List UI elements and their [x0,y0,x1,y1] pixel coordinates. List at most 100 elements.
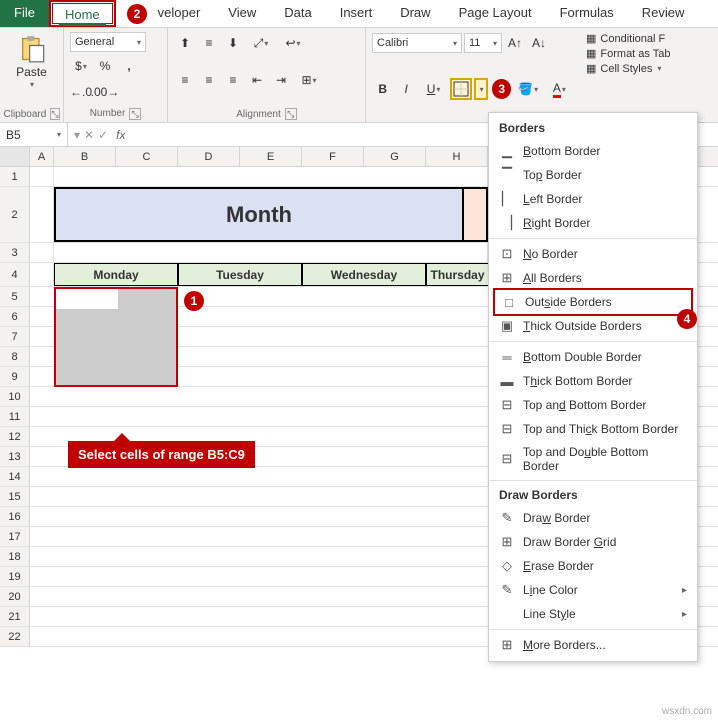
col-header-D[interactable]: D [178,147,240,166]
align-right-icon[interactable]: ≡ [222,69,244,91]
borders-dropdown[interactable]: ▾ [474,78,488,100]
enter-icon[interactable]: ✓ [98,128,108,142]
row-header[interactable]: 9 [0,367,30,386]
col-header-B[interactable]: B [54,147,116,166]
percent-icon[interactable]: % [94,55,116,77]
bold-icon[interactable]: B [372,78,393,100]
menu-top-border[interactable]: ▔Top Border [489,163,697,187]
day-header[interactable]: Thursday [426,263,488,286]
wrap-text-icon[interactable]: ↩▾ [278,32,308,54]
row-header[interactable]: 8 [0,347,30,366]
menu-line-style[interactable]: Line Style▸ [489,602,697,626]
tab-pagelayout[interactable]: Page Layout [445,0,546,27]
day-header[interactable]: Tuesday [178,263,302,286]
dialog-launcher-icon[interactable]: ⤡ [50,108,59,120]
col-header-E[interactable]: E [240,147,302,166]
col-header-H[interactable]: H [426,147,488,166]
format-as-table-button[interactable]: ▦Format as Tab [586,47,671,60]
decrease-font-icon[interactable]: A↓ [528,32,550,54]
conditional-formatting-button[interactable]: ▦Conditional F [586,32,671,45]
dialog-launcher-icon[interactable]: ⤡ [129,108,141,120]
name-box[interactable]: B5▾ [0,123,68,146]
row-header[interactable]: 18 [0,547,30,566]
row-header[interactable]: 11 [0,407,30,426]
row-header[interactable]: 13 [0,447,30,466]
tab-formulas[interactable]: Formulas [546,0,628,27]
tab-home[interactable]: Home [49,0,116,27]
row-header[interactable]: 12 [0,427,30,446]
menu-bottom-border[interactable]: ▁Bottom Border [489,139,697,163]
italic-icon[interactable]: I [395,78,416,100]
font-name-select[interactable]: Calibri▾ [372,33,462,53]
align-top-icon[interactable]: ⬆ [174,32,196,54]
menu-top-double-bottom[interactable]: ⊟Top and Double Bottom Border [489,441,697,477]
selection-range[interactable] [54,287,178,387]
menu-thick-bottom[interactable]: ▬Thick Bottom Border [489,369,697,393]
menu-more-borders[interactable]: ⊞More Borders... [489,633,697,657]
row-header[interactable]: 6 [0,307,30,326]
select-all-corner[interactable] [0,147,30,166]
menu-right-border[interactable]: ▕Right Border [489,211,697,235]
decrease-decimal-icon[interactable]: .00→ [94,81,116,103]
tab-developer[interactable]: veloper [144,0,215,27]
row-header[interactable]: 19 [0,567,30,586]
row-header[interactable]: 4 [0,263,30,286]
row-header[interactable]: 5 [0,287,30,306]
month-title-cell[interactable]: Month [54,187,464,242]
menu-bottom-double[interactable]: ═Bottom Double Border [489,345,697,369]
col-header-A[interactable]: A [30,147,54,166]
merge-icon[interactable]: ⊞▾ [294,69,324,91]
row-header[interactable]: 3 [0,243,30,262]
day-header[interactable]: Monday [54,263,178,286]
day-header[interactable]: Wednesday [302,263,426,286]
decrease-indent-icon[interactable]: ⇤ [246,69,268,91]
underline-icon[interactable]: U▾ [419,78,448,100]
row-header[interactable]: 21 [0,607,30,626]
row-header[interactable]: 14 [0,467,30,486]
increase-font-icon[interactable]: A↑ [504,32,526,54]
row-header[interactable]: 20 [0,587,30,606]
row-header[interactable]: 10 [0,387,30,406]
paste-button[interactable]: Paste ▾ [6,32,57,91]
tab-review[interactable]: Review [628,0,699,27]
cancel-icon[interactable]: ✕ [84,128,94,142]
fill-color-icon[interactable]: 🪣▾ [513,78,542,100]
tab-view[interactable]: View [214,0,270,27]
tab-insert[interactable]: Insert [326,0,387,27]
orientation-icon[interactable]: ⤢▾ [246,32,276,54]
currency-icon[interactable]: $▾ [70,55,92,77]
tab-draw[interactable]: Draw [386,0,444,27]
menu-draw-border[interactable]: ✎Draw Border [489,506,697,530]
comma-icon[interactable]: , [118,55,140,77]
align-center-icon[interactable]: ≡ [198,69,220,91]
menu-all-borders[interactable]: ⊞All Borders [489,266,697,290]
row-header[interactable]: 22 [0,627,30,646]
menu-left-border[interactable]: ▏Left Border [489,187,697,211]
row-header[interactable]: 17 [0,527,30,546]
menu-top-bottom[interactable]: ⊟Top and Bottom Border [489,393,697,417]
col-header-C[interactable]: C [116,147,178,166]
menu-thick-outside[interactable]: ▣Thick Outside Borders [489,314,697,338]
menu-top-thick-bottom[interactable]: ⊟Top and Thick Bottom Border [489,417,697,441]
borders-button[interactable] [450,78,472,100]
align-bottom-icon[interactable]: ⬇ [222,32,244,54]
row-header[interactable]: 2 [0,187,30,242]
dropdown-icon[interactable]: ▾ [74,128,80,142]
fx-icon[interactable]: fx [116,128,125,142]
tab-file[interactable]: File [0,0,49,27]
tab-data[interactable]: Data [270,0,325,27]
menu-outside-borders[interactable]: □Outside Borders [493,288,693,316]
dialog-launcher-icon[interactable]: ⤡ [285,108,297,120]
menu-draw-grid[interactable]: ⊞Draw Border Grid [489,530,697,554]
cell-styles-button[interactable]: ▦Cell Styles▾ [586,62,671,75]
font-color-icon[interactable]: A▾ [545,78,574,100]
align-left-icon[interactable]: ≡ [174,69,196,91]
active-cell[interactable] [56,289,118,309]
menu-line-color[interactable]: ✎Line Color▸ [489,578,697,602]
row-header[interactable]: 15 [0,487,30,506]
row-header[interactable]: 7 [0,327,30,346]
row-header[interactable]: 16 [0,507,30,526]
number-format-select[interactable]: General▾ [70,32,146,52]
row-header[interactable]: 1 [0,167,30,186]
col-header-F[interactable]: F [302,147,364,166]
